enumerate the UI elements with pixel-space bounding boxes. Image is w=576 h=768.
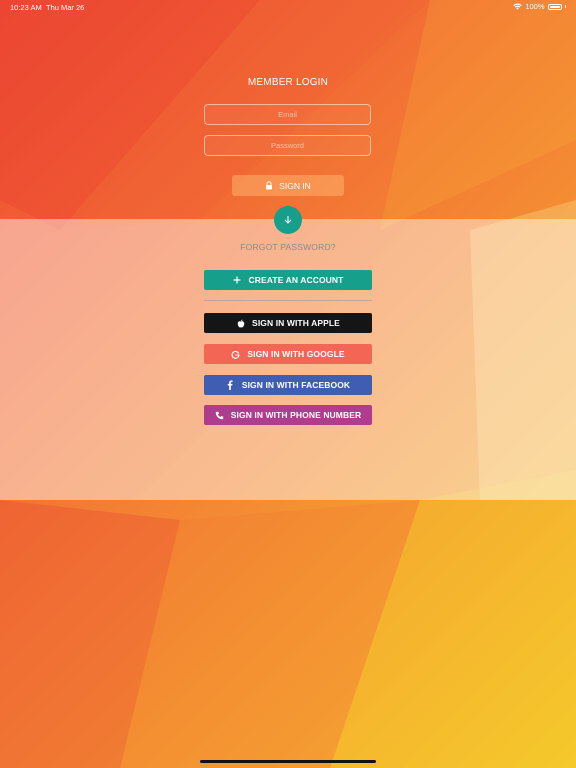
create-account-button[interactable]: CREATE AN ACCOUNT bbox=[204, 270, 372, 290]
wifi-icon bbox=[513, 3, 523, 10]
plus-icon bbox=[233, 276, 242, 285]
arrow-down-icon bbox=[284, 215, 292, 224]
battery-tip bbox=[564, 5, 566, 8]
password-field[interactable] bbox=[204, 135, 371, 156]
sign-in-apple-button[interactable]: SIGN IN WITH APPLE bbox=[204, 313, 372, 333]
facebook-icon bbox=[226, 380, 235, 390]
collapse-toggle-button[interactable] bbox=[274, 206, 302, 234]
sign-in-facebook-label: SIGN IN WITH FACEBOOK bbox=[241, 380, 351, 390]
status-date: Thu Mar 26 bbox=[46, 3, 85, 12]
divider bbox=[204, 300, 372, 301]
email-field[interactable] bbox=[204, 104, 371, 125]
sign-in-label: SIGN IN bbox=[279, 180, 311, 191]
sign-in-phone-button[interactable]: SIGN IN WITH PHONE NUMBER bbox=[204, 405, 372, 425]
sign-in-phone-label: SIGN IN WITH PHONE NUMBER bbox=[230, 410, 362, 420]
apple-icon bbox=[236, 319, 245, 328]
status-bar: 10:23 AM Thu Mar 26 100% bbox=[0, 0, 576, 14]
status-right-group: 100% bbox=[513, 2, 566, 11]
home-indicator[interactable] bbox=[200, 760, 376, 763]
sign-in-button[interactable]: SIGN IN bbox=[232, 175, 344, 196]
sign-in-google-label: SIGN IN WITH GOOGLE bbox=[247, 349, 345, 359]
battery-icon bbox=[547, 3, 562, 10]
sign-in-apple-label: SIGN IN WITH APPLE bbox=[252, 318, 340, 328]
login-screen: 10:23 AM Thu Mar 26 100% MEMBER LOGIN SI… bbox=[0, 0, 576, 768]
sign-in-facebook-button[interactable]: SIGN IN WITH FACEBOOK bbox=[204, 375, 372, 395]
page-title: MEMBER LOGIN bbox=[247, 77, 329, 88]
phone-icon bbox=[215, 411, 224, 420]
lock-icon bbox=[266, 181, 273, 190]
forgot-password-link[interactable]: FORGOT PASSWORD? bbox=[0, 242, 576, 252]
battery-percent: 100% bbox=[525, 2, 545, 11]
status-time: 10:23 AM bbox=[10, 3, 42, 12]
create-account-label: CREATE AN ACCOUNT bbox=[248, 275, 344, 285]
sign-in-google-button[interactable]: SIGN IN WITH GOOGLE bbox=[204, 344, 372, 364]
google-icon bbox=[231, 350, 240, 359]
